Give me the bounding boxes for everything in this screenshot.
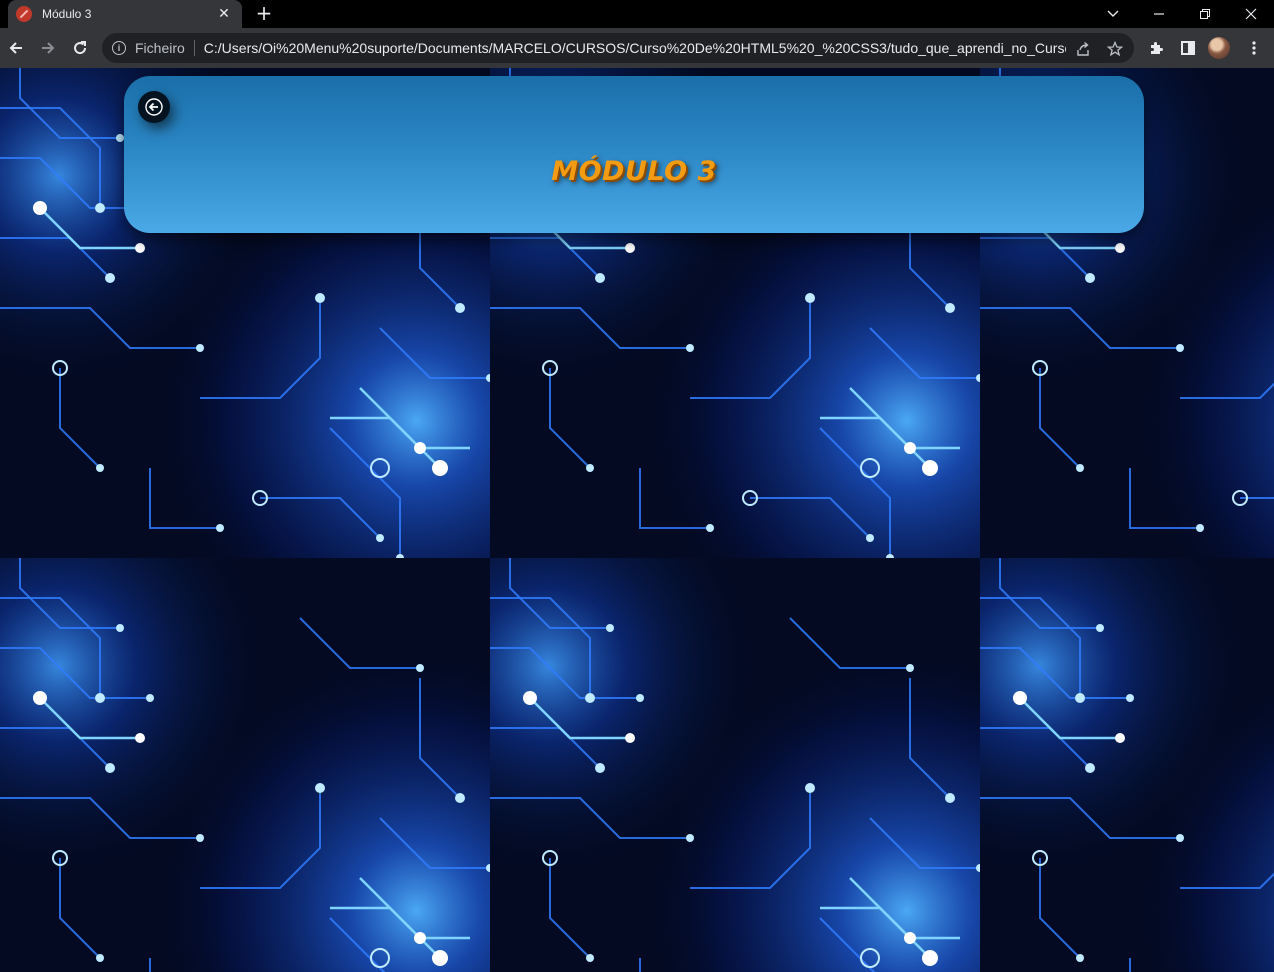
page-title: MÓDULO 3 (551, 156, 717, 187)
chevron-down-icon (1107, 10, 1119, 17)
browser-tab[interactable]: Módulo 3 ✕ (8, 0, 242, 28)
page-header: MÓDULO 3 (124, 76, 1144, 233)
reload-icon (74, 41, 87, 55)
forward-button[interactable] (34, 34, 62, 62)
arrow-left-icon (145, 98, 163, 116)
back-link-button[interactable] (138, 91, 170, 123)
back-button[interactable] (2, 34, 30, 62)
minimize-button[interactable] (1136, 0, 1182, 28)
share-icon (1077, 41, 1089, 56)
extensions-icon (1151, 42, 1163, 54)
menu-kebab-icon (1252, 41, 1256, 55)
reload-button[interactable] (66, 34, 94, 62)
page-viewport: MÓDULO 3 (0, 68, 1274, 972)
file-favicon-icon (16, 6, 32, 22)
star-icon (1107, 41, 1123, 57)
tab-close-icon[interactable]: ✕ (216, 6, 232, 22)
back-arrow-icon (9, 42, 22, 54)
tab-title: Módulo 3 (42, 7, 92, 21)
url-text[interactable]: C:/Users/Oi%20Menu%20suporte/Documents/M… (204, 40, 1066, 56)
window-close-button[interactable] (1228, 0, 1274, 28)
restore-icon (1200, 9, 1210, 19)
omnibox-divider (193, 40, 195, 56)
restore-button[interactable] (1182, 0, 1228, 28)
address-bar[interactable]: i Ficheiro C:/Users/Oi%20Menu%20suporte/… (102, 33, 1134, 63)
new-tab-button[interactable]: + (252, 2, 276, 26)
browser-menu-button[interactable] (1240, 34, 1268, 62)
extensions-button[interactable] (1142, 34, 1170, 62)
side-panel-button[interactable] (1174, 34, 1202, 62)
file-scheme-label: Ficheiro (135, 40, 185, 56)
close-icon (1245, 8, 1257, 20)
share-button[interactable] (1074, 40, 1092, 58)
forward-arrow-icon (42, 42, 55, 54)
tab-search-button[interactable] (1090, 0, 1136, 28)
tab-strip: Módulo 3 ✕ + (0, 0, 1274, 28)
site-info-icon[interactable]: i (112, 41, 126, 55)
profile-avatar[interactable] (1208, 37, 1230, 59)
bookmark-button[interactable] (1106, 40, 1124, 58)
side-panel-icon (1181, 41, 1195, 55)
browser-toolbar: i Ficheiro C:/Users/Oi%20Menu%20suporte/… (0, 28, 1274, 68)
minimize-icon (1154, 13, 1164, 15)
